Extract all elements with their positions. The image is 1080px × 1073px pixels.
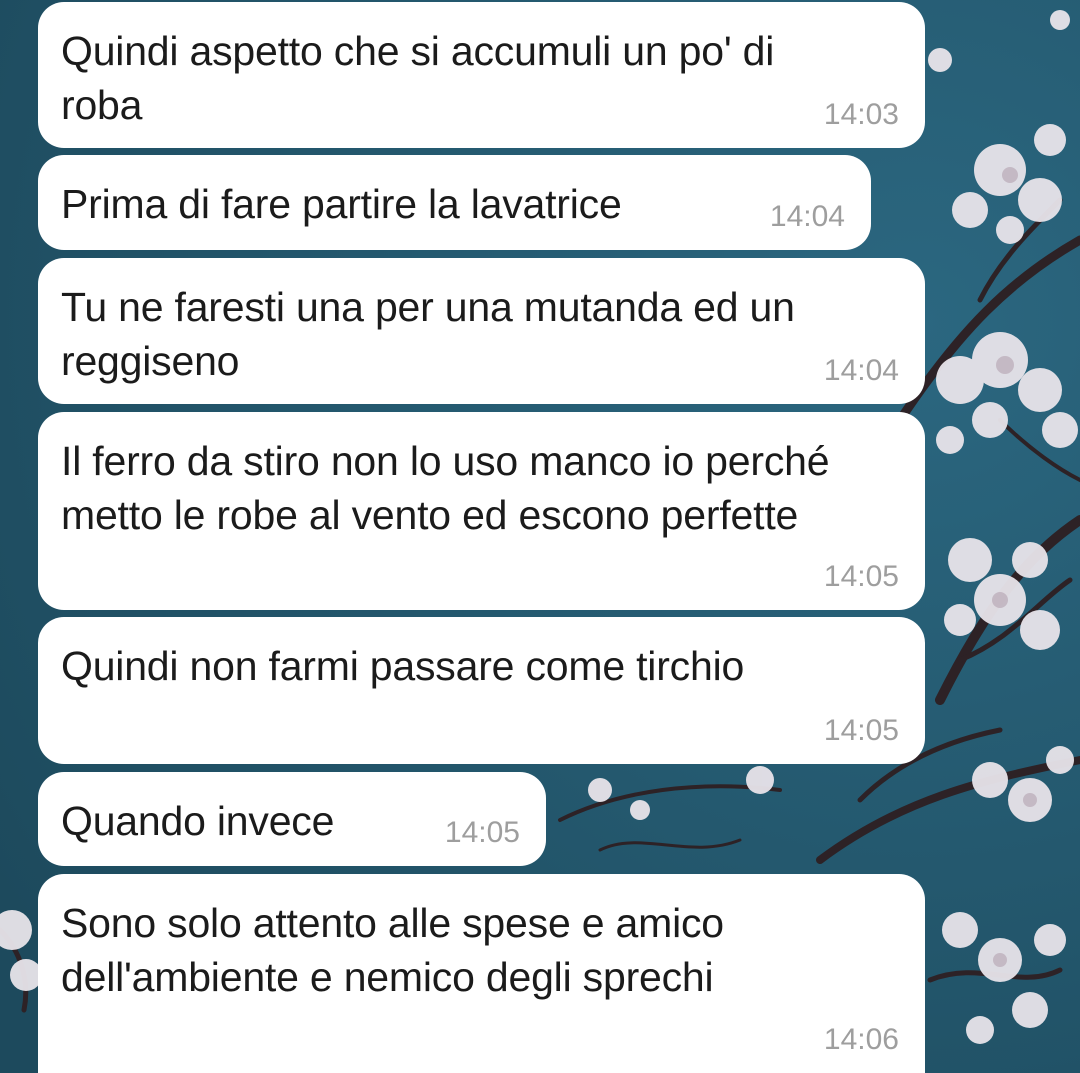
message-time: 14:04 bbox=[823, 354, 899, 387]
message-time: 14:04 bbox=[769, 200, 845, 233]
message-text: Sono solo attento alle spese e amico del… bbox=[61, 900, 724, 1000]
message-bubble[interactable]: Tu ne faresti una per una mutanda ed un … bbox=[38, 258, 925, 404]
message-text: Prima di fare partire la lavatrice bbox=[61, 181, 622, 227]
message-bubble[interactable]: Quindi non farmi passare come tirchio 14… bbox=[38, 617, 925, 764]
chat-message-list[interactable]: Quindi aspetto che si accumuli un po' di… bbox=[0, 0, 1080, 1073]
message-text: Quindi aspetto che si accumuli un po' di… bbox=[61, 28, 775, 128]
message-text: Quando invece bbox=[61, 798, 335, 844]
message-bubble[interactable]: Il ferro da stiro non lo uso manco io pe… bbox=[38, 412, 925, 610]
message-time: 14:06 bbox=[823, 1023, 899, 1056]
message-time: 14:03 bbox=[823, 98, 899, 131]
message-time: 14:05 bbox=[823, 714, 899, 747]
message-bubble[interactable]: Quando invece 14:05 bbox=[38, 772, 546, 866]
message-text: Il ferro da stiro non lo uso manco io pe… bbox=[61, 438, 830, 538]
message-text: Tu ne faresti una per una mutanda ed un … bbox=[61, 284, 795, 384]
message-time: 14:05 bbox=[444, 816, 520, 849]
message-bubble[interactable]: Sono solo attento alle spese e amico del… bbox=[38, 874, 925, 1073]
message-text: Quindi non farmi passare come tirchio bbox=[61, 643, 745, 689]
message-bubble[interactable]: Quindi aspetto che si accumuli un po' di… bbox=[38, 2, 925, 148]
message-bubble[interactable]: Prima di fare partire la lavatrice 14:04 bbox=[38, 155, 871, 250]
message-time: 14:05 bbox=[823, 560, 899, 593]
